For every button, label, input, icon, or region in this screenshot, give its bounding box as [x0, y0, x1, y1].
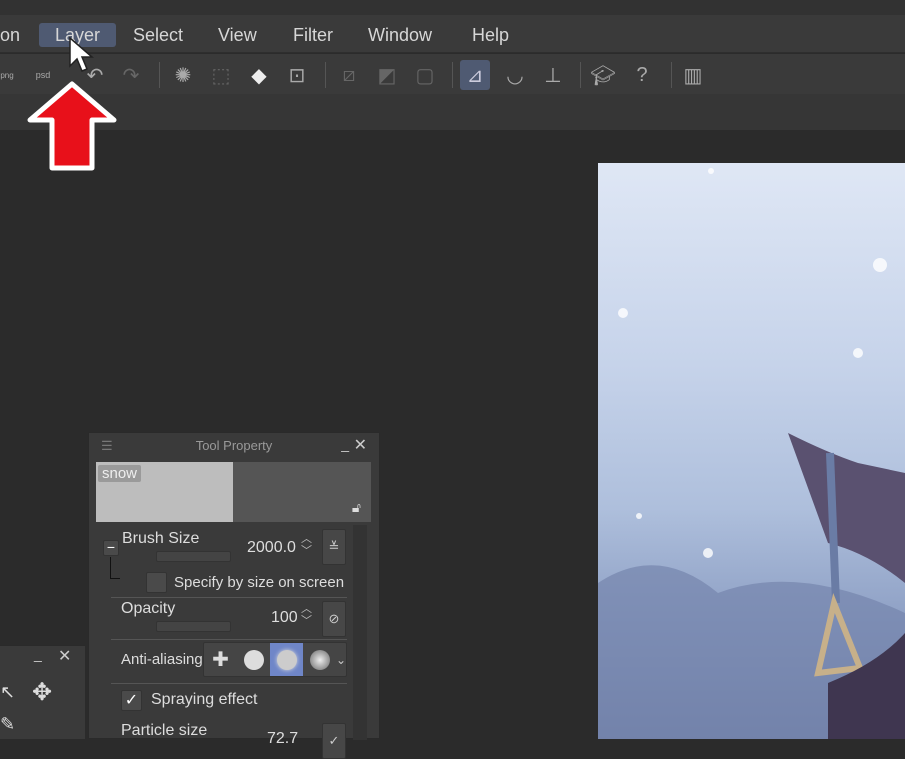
anti-aliasing-label: Anti-aliasing	[121, 651, 203, 668]
menu-animation[interactable]: on	[0, 23, 36, 47]
export-png-button[interactable]: png	[0, 60, 22, 90]
spraying-effect-label: Spraying effect	[151, 691, 258, 708]
particle-size-settings-button[interactable]: ✓	[322, 723, 346, 759]
panel-title: Tool Property	[195, 438, 273, 453]
brush-size-spinner[interactable]: ︿ ﹀	[301, 533, 312, 557]
snap-grid-icon[interactable]: ⊥	[538, 60, 568, 90]
psd-label: psd	[35, 70, 51, 80]
menu-icon[interactable]: ☰	[101, 433, 113, 459]
png-label: png	[0, 70, 14, 80]
redo-icon[interactable]: ↷	[116, 60, 146, 90]
divider	[111, 639, 347, 640]
opacity-value[interactable]: 100	[271, 609, 298, 627]
chevron-down-icon[interactable]: ⌄	[336, 643, 346, 676]
spraying-effect-checkbox[interactable]: ✓	[121, 690, 142, 711]
brush-size-value[interactable]: 2000.0	[247, 539, 296, 557]
dot	[243, 649, 264, 670]
opacity-slider[interactable]	[156, 621, 231, 632]
snap-special-ruler-icon[interactable]: ◡	[500, 60, 530, 90]
frame-icon[interactable]: ▢	[410, 60, 440, 90]
fill-icon[interactable]: ◆	[244, 60, 274, 90]
brush-size-label: Brush Size	[122, 530, 200, 547]
close-icon[interactable]: ✕	[58, 646, 71, 666]
learn-icon[interactable]: 🎓︎	[588, 60, 618, 90]
menu-filter[interactable]: Filter	[277, 23, 349, 47]
tool-options-bar	[0, 94, 905, 130]
brush-preview: snow 🔓︎	[96, 462, 371, 522]
character-illustration	[598, 433, 905, 739]
particle-size-label: Particle size	[121, 722, 208, 739]
panel-header: ☰ Tool Property _ ✕	[89, 433, 379, 459]
separator	[159, 62, 160, 88]
menu-help[interactable]: Help	[456, 23, 525, 47]
eyedropper-icon[interactable]: ✎	[0, 714, 15, 735]
tool-panel: _ ✕ ↖ ✥ ✎	[0, 645, 85, 739]
close-icon[interactable]: ✕	[354, 433, 367, 459]
clear-selection-icon[interactable]: ✺	[168, 60, 198, 90]
mask-icon[interactable]: ◩	[372, 60, 402, 90]
canvas-image[interactable]	[598, 163, 905, 739]
minimize-icon[interactable]: _	[34, 646, 42, 662]
crop-icon[interactable]: ⬚	[206, 60, 236, 90]
move-icon[interactable]: ✥	[32, 678, 52, 707]
command-bar: png psd ↶ ↷ ✺ ⬚ ◆ ⊡ ⧄ ◩ ▢ ⊿ ◡ ⊥ 🎓︎ ? ▥	[0, 54, 905, 94]
separator	[452, 62, 453, 88]
menu-bar: on Layer Select View Filter Window Help	[0, 15, 905, 53]
lock-icon[interactable]: 🔓︎	[352, 499, 361, 516]
preset-name: snow	[98, 465, 142, 482]
aa-strong-option[interactable]	[303, 643, 336, 676]
aa-weak-option[interactable]	[237, 643, 270, 676]
divider	[111, 597, 347, 598]
help-icon[interactable]: ?	[627, 60, 657, 90]
minimize-icon[interactable]: _	[341, 431, 349, 457]
collapse-icon[interactable]: −	[103, 540, 119, 556]
opacity-label: Opacity	[121, 600, 176, 617]
menu-window[interactable]: Window	[352, 23, 448, 47]
opacity-spinner[interactable]: ︿ ﹀	[301, 603, 312, 627]
tree-line	[110, 557, 120, 579]
separator	[325, 62, 326, 88]
particle-size-value[interactable]: 72.7	[267, 730, 298, 748]
dot	[309, 649, 330, 670]
tool-property-panel: ☰ Tool Property _ ✕ snow 🔓︎ − Brush Size…	[88, 432, 380, 759]
menu-view[interactable]: View	[202, 23, 273, 47]
menu-select[interactable]: Select	[117, 23, 199, 47]
mouse-cursor-icon	[69, 36, 95, 72]
opacity-settings-button[interactable]: ⊘	[322, 601, 346, 637]
separator	[671, 62, 672, 88]
scrollbar[interactable]	[353, 525, 367, 740]
transform-icon[interactable]: ⊡	[282, 60, 312, 90]
title-bar	[0, 0, 905, 15]
object-selection-icon[interactable]: ↖	[0, 682, 15, 703]
brush-size-slider[interactable]	[156, 551, 231, 562]
divider	[111, 683, 347, 684]
pressure-settings-button[interactable]: ≚	[322, 529, 346, 565]
red-arrow-annotation	[27, 81, 117, 171]
anti-aliasing-selector[interactable]: ✚ ⌄	[203, 642, 347, 677]
aa-none-option[interactable]: ✚	[204, 643, 237, 676]
ruler-icon[interactable]: ⧄	[334, 60, 364, 90]
companion-mode-icon[interactable]: ▥	[678, 60, 708, 90]
specify-by-size-checkbox[interactable]	[146, 572, 167, 593]
aa-medium-option[interactable]	[270, 643, 303, 676]
dot	[276, 649, 297, 670]
snap-ruler-icon[interactable]: ⊿	[460, 60, 490, 90]
specify-by-size-label: Specify by size on screen	[174, 574, 345, 591]
separator	[580, 62, 581, 88]
